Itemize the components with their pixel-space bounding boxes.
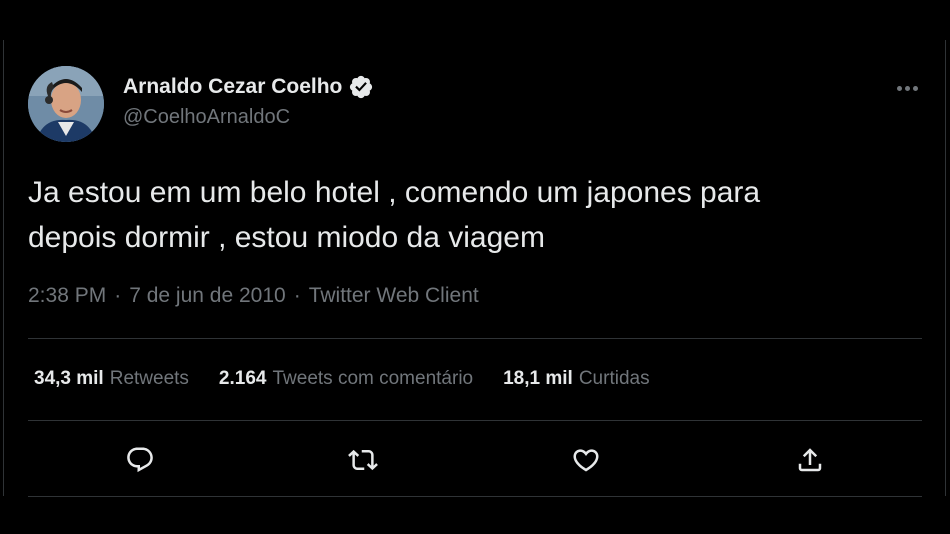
likes-label: Curtidas xyxy=(578,368,650,389)
author-name[interactable]: Arnaldo Cezar Coelho xyxy=(123,75,342,99)
more-options-button[interactable] xyxy=(892,82,922,94)
retweets-stat[interactable]: 34,3 mil Retweets xyxy=(34,368,189,390)
action-bar xyxy=(28,440,922,480)
retweets-label: Retweets xyxy=(109,368,189,389)
right-border xyxy=(945,40,946,496)
avatar[interactable] xyxy=(28,66,104,142)
heart-icon xyxy=(573,449,599,472)
likes-count: 18,1 mil xyxy=(503,368,573,389)
tweet-meta: 2:38 PM · 7 de jun de 2010 · Twitter Web… xyxy=(28,284,479,308)
quotes-count: 2.164 xyxy=(218,368,267,389)
author-handle[interactable]: @CoelhoArnaldoC xyxy=(123,106,290,129)
tweet-text: Ja estou em um belo hotel , comendo um j… xyxy=(28,176,761,254)
more-dot-icon xyxy=(896,85,902,91)
quotes-stat[interactable]: 2.164 Tweets com comentário xyxy=(219,368,473,390)
left-border xyxy=(3,40,4,496)
share-icon xyxy=(798,448,822,472)
likes-stat[interactable]: 18,1 mil Curtidas xyxy=(503,368,649,390)
more-dot-icon xyxy=(912,85,918,91)
tweet-time[interactable]: 2:38 PM xyxy=(28,284,106,308)
reply-button[interactable] xyxy=(120,440,160,480)
tweet-screen: Arnaldo Cezar Coelho @CoelhoArnaldoC Ja … xyxy=(0,0,950,534)
verified-badge-icon xyxy=(348,74,374,100)
tweet-date[interactable]: 7 de jun de 2010 xyxy=(129,284,285,308)
retweet-button[interactable] xyxy=(343,440,383,480)
retweets-count: 34,3 mil xyxy=(34,368,104,389)
divider-top xyxy=(28,338,922,339)
more-dot-icon xyxy=(904,85,910,91)
meta-separator: · xyxy=(293,284,301,307)
like-button[interactable] xyxy=(566,440,606,480)
tweet-stats: 34,3 mil Retweets 2.164 Tweets com comen… xyxy=(34,368,650,390)
share-button[interactable] xyxy=(790,440,830,480)
reply-icon xyxy=(127,447,153,473)
quotes-label: Tweets com comentário xyxy=(272,368,474,389)
divider-bottom xyxy=(28,496,922,497)
meta-separator: · xyxy=(114,284,122,307)
retweet-icon xyxy=(348,449,378,471)
tweet-source[interactable]: Twitter Web Client xyxy=(309,284,479,308)
author-name-row: Arnaldo Cezar Coelho xyxy=(123,74,374,100)
divider-middle xyxy=(28,420,922,421)
